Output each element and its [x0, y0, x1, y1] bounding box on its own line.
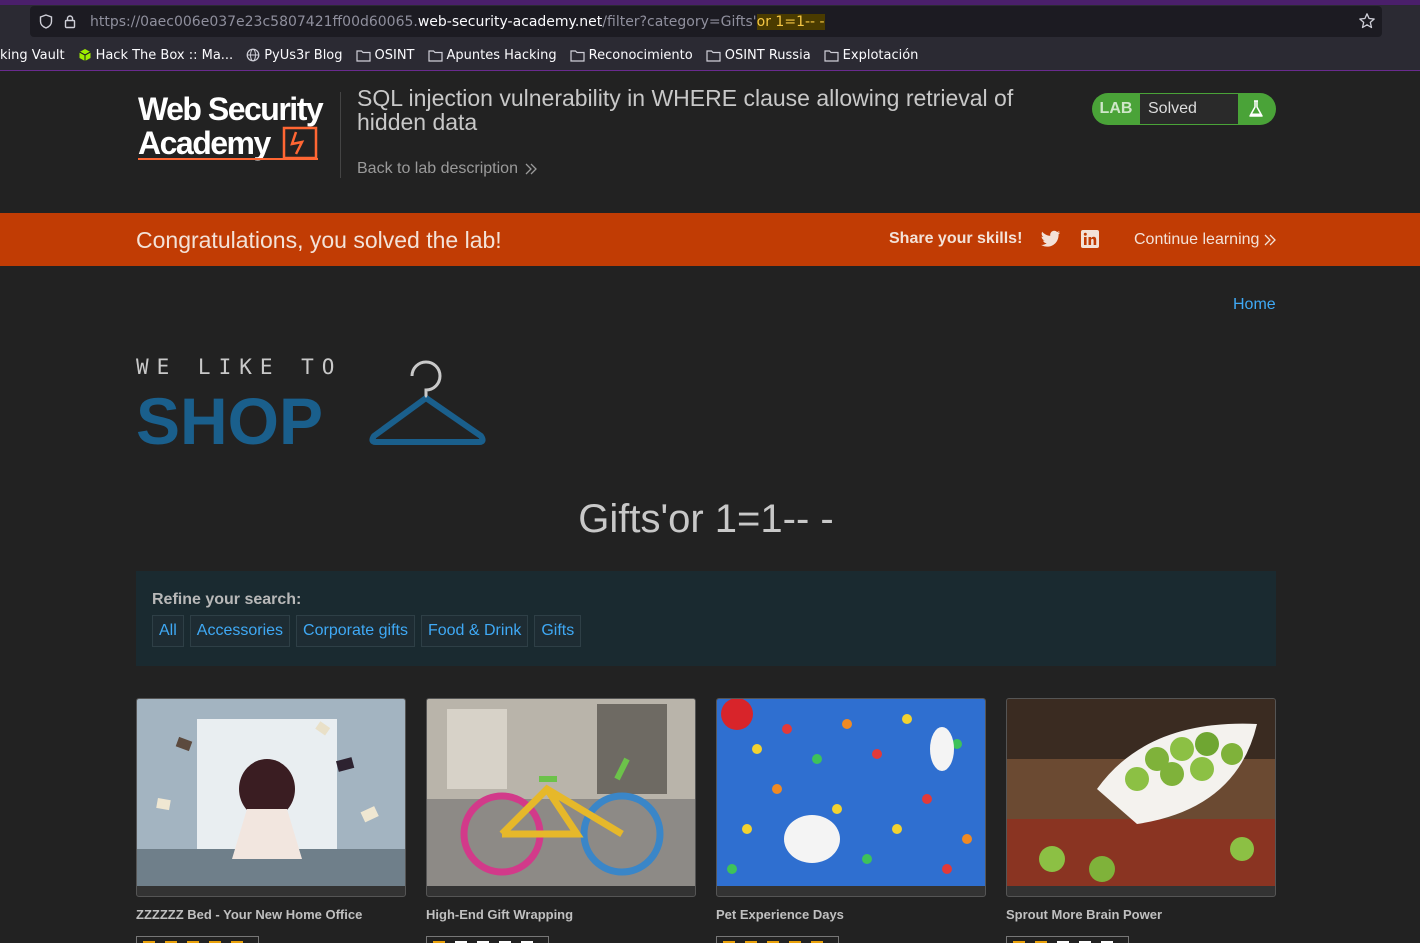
address-bar[interactable]: https://0aec006e037e23c5807421ff00d60065…	[30, 6, 1382, 37]
svg-text:WE LIKE TO: WE LIKE TO	[136, 356, 342, 379]
url-host: web-security-academy.net	[417, 13, 603, 30]
bookmark-folder[interactable]: Reconocimiento	[570, 48, 693, 63]
refine-search-label: Refine your search:	[152, 591, 302, 608]
product-name[interactable]: ZZZZZZ Bed - Your New Home Office	[136, 907, 406, 922]
lab-status-badge: LAB Solved	[1092, 93, 1276, 125]
product-card[interactable]: ZZZZZZ Bed - Your New Home Office	[136, 698, 406, 943]
url-prefix: https://0aec006e037e23c5807421ff00d60065…	[90, 13, 418, 30]
bookmark-folder[interactable]: Explotación	[824, 47, 919, 63]
product-name[interactable]: Pet Experience Days	[716, 907, 986, 922]
product-grid: ZZZZZZ Bed - Your New Home Office High-E…	[136, 698, 1276, 943]
congratulations-message: Congratulations, you solved the lab!	[136, 227, 502, 253]
browser-chrome: https://0aec006e037e23c5807421ff00d60065…	[0, 0, 1420, 71]
url-text[interactable]: https://0aec006e037e23c5807421ff00d60065…	[90, 13, 825, 30]
htb-cube-icon	[78, 49, 91, 61]
double-chevron-right-icon	[525, 163, 537, 175]
lab-status-text: Solved	[1140, 94, 1238, 124]
home-link[interactable]: Home	[1233, 296, 1276, 314]
tab-strip	[0, 0, 1420, 5]
product-image[interactable]	[426, 698, 696, 897]
bookmark-label: OSINT Russia	[724, 47, 811, 63]
bookmark-label: king Vault	[0, 47, 65, 63]
bookmark-folder[interactable]: OSINT	[355, 47, 415, 63]
svg-text:SHOP: SHOP	[136, 384, 323, 448]
product-image[interactable]	[1006, 698, 1276, 897]
product-name[interactable]: Sprout More Brain Power	[1006, 907, 1276, 922]
bookmark-star-icon[interactable]	[1358, 12, 1376, 35]
lab-status-prefix: LAB	[1099, 100, 1133, 117]
product-card[interactable]: Sprout More Brain Power	[1006, 698, 1276, 943]
twitter-icon[interactable]	[1041, 230, 1061, 248]
folder-icon	[824, 49, 839, 62]
folder-icon	[706, 49, 721, 62]
bookmark-label: Explotación	[842, 47, 919, 63]
url-path: /filter?category=Gifts'	[602, 13, 757, 30]
continue-learning-label: Continue learning	[1134, 231, 1260, 248]
category-filter-accessories[interactable]: Accessories	[189, 615, 291, 647]
product-rating	[716, 936, 839, 943]
web-security-academy-logo[interactable]: Web Security Academy	[136, 92, 336, 164]
product-rating	[1006, 936, 1129, 943]
shield-icon[interactable]	[38, 14, 54, 30]
category-filter-food-drink[interactable]: Food & Drink	[420, 615, 529, 647]
category-filters: All Accessories Corporate gifts Food & D…	[152, 615, 587, 647]
product-name[interactable]: High-End Gift Wrapping	[426, 907, 696, 922]
product-image[interactable]	[136, 698, 406, 897]
product-rating	[426, 936, 549, 943]
folder-icon	[427, 49, 443, 62]
folder-icon	[570, 49, 585, 62]
shop-logo: WE LIKE TO SHOP	[136, 356, 486, 448]
continue-learning-link[interactable]: Continue learning	[1134, 231, 1277, 249]
academy-header: Web Security Academy SQL injection vulne…	[0, 72, 1420, 213]
lab-title: SQL injection vulnerability in WHERE cla…	[357, 85, 1014, 135]
congratulations-banner: Congratulations, you solved the lab! Sha…	[0, 213, 1420, 266]
bookmark-label: Apuntes Hacking	[446, 47, 557, 63]
linkedin-icon[interactable]	[1081, 230, 1099, 248]
product-image[interactable]	[716, 698, 986, 897]
bookmark-label: Hack The Box :: Ma...	[95, 47, 234, 63]
bookmark-label: PyUs3r Blog	[264, 47, 343, 63]
bookmark-label: OSINT	[374, 47, 415, 63]
url-injection: or 1=1-- -	[756, 13, 825, 30]
product-card[interactable]: Pet Experience Days	[716, 698, 986, 943]
category-filter-gifts[interactable]: Gifts	[534, 615, 582, 647]
product-rating	[136, 936, 259, 943]
back-to-lab-link[interactable]: Back to lab description	[357, 160, 538, 178]
header-divider	[340, 92, 341, 178]
folder-icon	[355, 49, 371, 62]
svg-text:Academy: Academy	[138, 125, 272, 161]
svg-text:Web Security: Web Security	[138, 92, 324, 127]
bookmark-item[interactable]: PyUs3r Blog	[246, 47, 343, 63]
share-skills-label: Share your skills!	[889, 230, 1023, 247]
lock-icon[interactable]	[62, 14, 78, 30]
double-chevron-right-icon	[1264, 234, 1277, 246]
category-filter-corporate-gifts[interactable]: Corporate gifts	[296, 615, 415, 647]
bookmark-folder[interactable]: Apuntes Hacking	[427, 47, 557, 63]
bookmark-item[interactable]: king Vault	[0, 48, 65, 63]
product-card[interactable]: High-End Gift Wrapping	[426, 698, 696, 943]
bookmark-folder[interactable]: OSINT Russia	[706, 48, 811, 63]
bookmark-label: Reconocimiento	[588, 47, 693, 63]
bookmark-item[interactable]: Hack The Box :: Ma...	[78, 47, 234, 63]
category-filter-all[interactable]: All	[152, 615, 184, 647]
back-link-label: Back to lab description	[357, 160, 518, 177]
flask-icon	[1238, 93, 1274, 125]
filter-panel: Refine your search: All Accessories Corp…	[136, 571, 1276, 666]
category-heading: Gifts'or 1=1-- -	[578, 497, 834, 541]
bookmarks-toolbar: king Vault Hack The Box :: Ma... PyUs3r …	[0, 43, 931, 67]
globe-icon	[246, 48, 260, 62]
